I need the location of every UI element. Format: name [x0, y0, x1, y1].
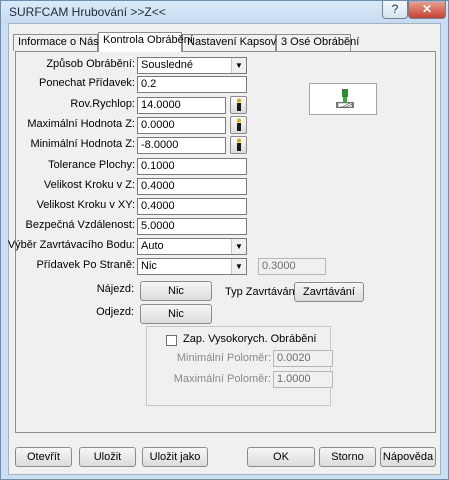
napoveda-button[interactable]: Nápověda	[380, 447, 436, 467]
highspeed-group: Zap. Vysokorych. Obrábění Minimální Polo…	[146, 326, 333, 406]
bottom-button-bar: Otevřít Uložit Uložit jako OK Storno Náp…	[15, 443, 436, 473]
help-button[interactable]: ?	[382, 1, 408, 19]
ulozit-jako-button[interactable]: Uložit jako	[142, 447, 208, 467]
maxz-label: Maximální Hodnota Z:	[27, 118, 135, 130]
ponechat-input[interactable]: 0.2	[137, 76, 247, 93]
highspeed-label: Zap. Vysokorych. Obrábění	[183, 333, 317, 345]
najezd-button[interactable]: Nic	[140, 281, 212, 301]
dialog-client: Informace o Nástroji Kontrola Obrábění N…	[8, 23, 441, 475]
min-polomer-input: 0.0020	[273, 350, 333, 367]
maxz-input[interactable]: 0.0000	[137, 117, 226, 134]
storno-button[interactable]: Storno	[319, 447, 376, 467]
ulozit-button[interactable]: Uložit	[79, 447, 136, 467]
bezpecna-input[interactable]: 5.0000	[137, 218, 247, 235]
pridavek-label: Přídavek Po Straně:	[36, 259, 135, 271]
window-title: SURFCAM Hrubování >>Z<<	[9, 5, 166, 19]
min-polomer-label: Minimální Poloměr:	[176, 352, 271, 364]
typ-label: Typ Zavrtávání:	[225, 286, 301, 298]
tool-preview	[309, 83, 377, 115]
highspeed-checkbox[interactable]	[166, 335, 177, 346]
zpusob-select[interactable]: Sousledné ▼	[137, 57, 247, 74]
krokxy-input[interactable]: 0.4000	[137, 198, 247, 215]
pridavek-select[interactable]: Nic ▼	[137, 258, 247, 275]
typ-zavrtavani-button[interactable]: Zavrtávání	[294, 282, 364, 302]
pick-minz-button[interactable]	[230, 136, 247, 154]
tab-kontrola[interactable]: Kontrola Obrábění	[98, 32, 193, 52]
zpusob-value: Sousledné	[141, 59, 193, 71]
pick-maxz-button[interactable]	[230, 116, 247, 134]
ponechat-label: Ponechat Přídavek:	[38, 77, 135, 89]
close-button[interactable]: ✕	[408, 1, 446, 19]
krokz-input[interactable]: 0.4000	[137, 178, 247, 195]
tolerance-input[interactable]: 0.1000	[137, 158, 247, 175]
dialog-window: SURFCAM Hrubování >>Z<< ? ✕ Informace o …	[0, 0, 449, 480]
rov-label: Rov.Rychlop:	[70, 98, 135, 110]
max-polomer-input: 1.0000	[273, 371, 333, 388]
max-polomer-label: Maximální Poloměr:	[173, 373, 271, 385]
krokxy-label: Velikost Kroku v XY:	[36, 199, 135, 211]
ok-button[interactable]: OK	[247, 447, 315, 467]
title-bar[interactable]: SURFCAM Hrubování >>Z<< ? ✕	[1, 1, 448, 23]
najezd-label: Nájezd:	[96, 283, 134, 295]
chevron-down-icon: ▼	[231, 58, 246, 73]
pick-rov-button[interactable]	[230, 96, 247, 114]
vyber-select[interactable]: Auto ▼	[137, 238, 247, 255]
odjezd-label: Odjezd:	[96, 306, 134, 318]
pridavek-value: Nic	[141, 260, 157, 272]
otevrit-button[interactable]: Otevřít	[15, 447, 72, 467]
tab-panel: Způsob Obrábění: Sousledné ▼ Ponechat Př…	[8, 51, 436, 433]
tab-informace[interactable]: Informace o Nástroji	[13, 34, 116, 51]
minz-label: Minimální Hodnota Z:	[30, 138, 135, 150]
rov-input[interactable]: 14.0000	[137, 97, 226, 114]
chevron-down-icon: ▼	[231, 259, 246, 274]
minz-input[interactable]: -8.0000	[137, 137, 226, 154]
vyber-label: Výběr Zavrtávacího Bodu:	[7, 239, 135, 251]
odjezd-button[interactable]: Nic	[140, 304, 212, 324]
zpusob-label: Způsob Obrábění:	[46, 58, 135, 70]
tab-3ose[interactable]: 3 Osé Obrábění	[276, 34, 359, 51]
vyber-value: Auto	[141, 240, 164, 252]
tab-nastaveni[interactable]: Nastavení Kapsování	[182, 34, 292, 51]
pick-point-icon	[237, 138, 241, 151]
pridavek-extra-input: 0.3000	[258, 258, 326, 275]
bezpecna-label: Bezpečná Vzdálenost:	[25, 219, 135, 231]
pick-point-icon	[237, 98, 241, 111]
krokz-label: Velikost Kroku v Z:	[43, 179, 135, 191]
tolerance-label: Tolerance Plochy:	[48, 159, 135, 171]
tool-preview-icon	[336, 89, 354, 109]
chevron-down-icon: ▼	[231, 239, 246, 254]
pick-point-icon	[237, 118, 241, 131]
